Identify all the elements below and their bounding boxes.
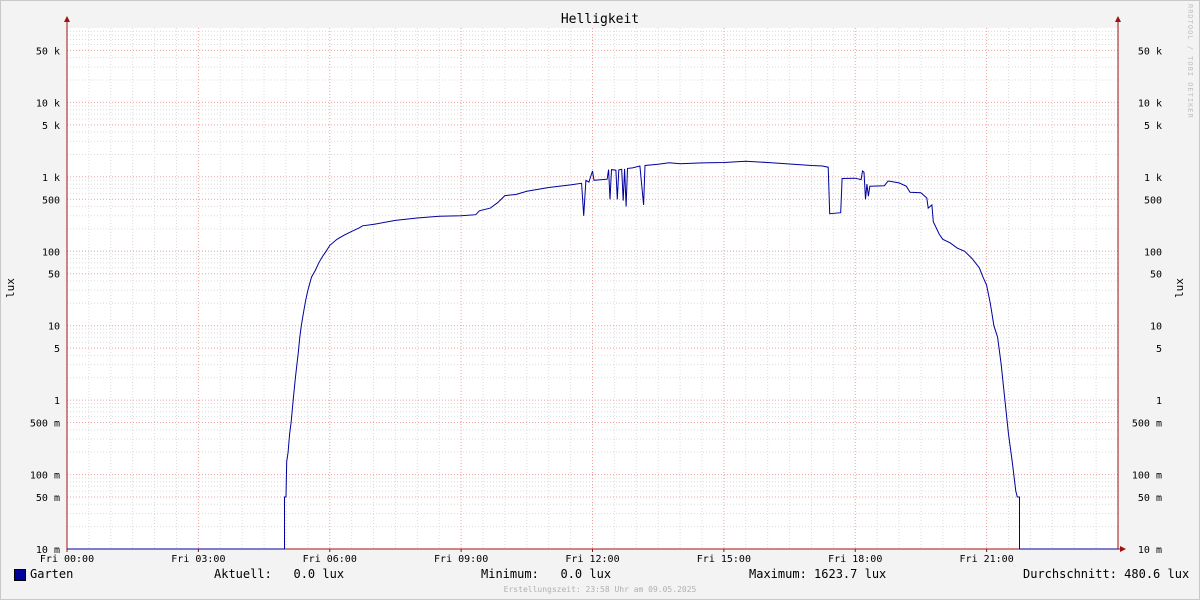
y-axis-arrow-left xyxy=(64,16,70,22)
y-axis-label-right: lux xyxy=(1173,278,1186,298)
y-tick-label-right: 500 m xyxy=(1132,419,1162,430)
x-tick-label: Fri 06:00 xyxy=(303,554,357,565)
y-axis-arrow-right xyxy=(1115,16,1121,22)
helligkeit-chart: 50 k 50 k 10 k 10 k 5 k 5 k 1 k 1 k 500 500 100 100… xyxy=(4,12,1186,565)
y-tick-label-right: 5 k xyxy=(1144,121,1162,132)
x-tick-label: Fri 18:00 xyxy=(828,554,882,565)
y-tick-label-left: 50 m xyxy=(36,493,60,504)
x-tick-label: Fri 15:00 xyxy=(697,554,751,565)
y-tick-label-left: 1 k xyxy=(42,173,60,184)
y-tick-label-left: 1 xyxy=(54,396,60,407)
y-tick-label-right: 500 xyxy=(1144,195,1162,206)
y-tick-label-right: 50 m xyxy=(1138,493,1162,504)
x-tick-label: Fri 21:00 xyxy=(960,554,1014,565)
legend-minimum: Minimum: 0.0 lux xyxy=(481,567,612,581)
y-tick-label-left: 10 k xyxy=(36,98,60,109)
y-tick-label-right: 50 k xyxy=(1138,46,1162,57)
y-tick-label-right: 1 k xyxy=(1144,173,1162,184)
y-tick-label-right: 100 xyxy=(1144,247,1162,258)
legend-maximum: Maximum: 1623.7 lux xyxy=(749,567,887,581)
y-tick-label-right: 1 xyxy=(1156,396,1162,407)
chart-title: Helligkeit xyxy=(561,12,639,27)
y-tick-label-left: 100 xyxy=(42,247,60,258)
y-tick-label-right: 50 xyxy=(1150,270,1162,281)
y-tick-label-right: 10 m xyxy=(1138,545,1162,556)
x-tick-label: Fri 00:00 xyxy=(40,554,94,565)
y-tick-label-left: 5 xyxy=(54,344,60,355)
y-tick-label-right: 5 xyxy=(1156,344,1162,355)
x-tick-label: Fri 09:00 xyxy=(434,554,488,565)
y-tick-label-left: 100 m xyxy=(30,471,60,482)
y-tick-label-left: 10 xyxy=(48,322,60,333)
y-tick-label-left: 5 k xyxy=(42,121,60,132)
y-tick-label-right: 10 k xyxy=(1138,98,1162,109)
x-tick-label: Fri 03:00 xyxy=(171,554,225,565)
y-tick-label-left: 50 xyxy=(48,270,60,281)
y-tick-label-left: 500 xyxy=(42,195,60,206)
x-tick-label: Fri 12:00 xyxy=(565,554,619,565)
y-tick-label-right: 100 m xyxy=(1132,471,1162,482)
legend-swatch-garten xyxy=(14,569,26,581)
y-tick-label-right: 10 xyxy=(1150,322,1162,333)
legend-series-name: Garten xyxy=(30,567,74,581)
x-axis-arrow xyxy=(1120,546,1126,552)
creation-time-footer: Erstellungszeit: 23:58 Uhr am 09.05.2025 xyxy=(503,585,697,594)
y-tick-label-left: 50 k xyxy=(36,46,60,57)
y-tick-label-left: 500 m xyxy=(30,419,60,430)
legend-current: Aktuell: 0.0 lux xyxy=(214,567,345,581)
rrdtool-watermark: RRDTOOL / TOBI OETIKER xyxy=(1186,4,1194,119)
y-axis-label-left: lux xyxy=(4,278,17,298)
legend-average: Durchschnitt: 480.6 lux xyxy=(1023,567,1190,581)
